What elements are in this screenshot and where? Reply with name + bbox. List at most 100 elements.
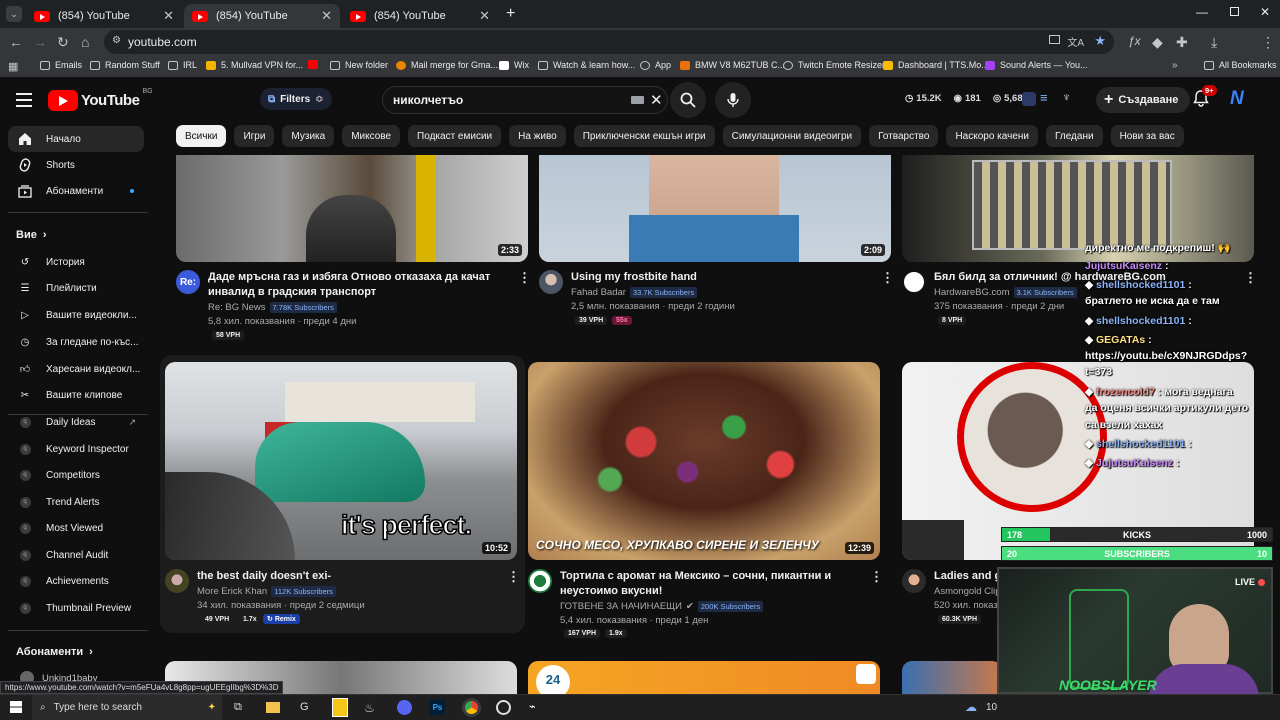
video-thumbnail-5[interactable]: СОЧНО МЕСО, ХРУПКАВО СИРЕНЕ И ЗЕЛЕНЧУ 12… xyxy=(528,362,880,560)
browser-tab-1[interactable]: (854) YouTube ✕ xyxy=(26,4,182,28)
account-avatar[interactable]: N xyxy=(1230,88,1244,110)
voice-search-button[interactable] xyxy=(715,82,751,118)
omnibox[interactable]: ⚙ youtube.com ★ 文A xyxy=(104,30,1114,54)
more-bookmarks-icon[interactable]: » xyxy=(1172,60,1178,71)
formula-extension-icon[interactable]: ƒx xyxy=(1128,34,1141,48)
more-actions-icon[interactable]: ⋮ xyxy=(518,270,531,286)
video-channel[interactable]: HardwareBG.com 3.1K Subscribers xyxy=(934,287,1077,298)
extensions-puzzle-icon[interactable]: ✚ xyxy=(1176,34,1188,51)
windows-start-icon[interactable] xyxy=(10,701,22,713)
remix-badge[interactable]: ↻ Remix xyxy=(263,614,300,624)
list-icon[interactable]: ≡ xyxy=(1040,90,1048,105)
steam-icon[interactable]: ♨ xyxy=(364,701,375,715)
restore-icon[interactable] xyxy=(1230,7,1239,16)
extension-icon[interactable]: ◆ xyxy=(1152,34,1163,51)
chip-mixes[interactable]: Миксове xyxy=(342,125,401,147)
chip-simulation[interactable]: Симулационни видеоигри xyxy=(722,125,862,147)
sidebar-item-daily-ideas[interactable]: q Daily Ideas ↗ xyxy=(8,409,144,435)
create-button[interactable]: + Създаване xyxy=(1096,87,1191,113)
pinned-app-icon[interactable]: G xyxy=(300,701,309,713)
bookmark-emails[interactable]: Emails xyxy=(40,60,82,70)
video-thumbnail-2[interactable]: 2:09 xyxy=(539,155,891,262)
forward-icon[interactable]: → xyxy=(33,34,47,50)
sidebar-item-watch-later[interactable]: ◷ За гледане по-къс... xyxy=(8,329,144,355)
sidebar-item-channel-audit[interactable]: q Channel Audit xyxy=(8,542,144,568)
site-info-icon[interactable]: ⚙ xyxy=(112,35,121,46)
video-title[interactable]: Ladies and ge xyxy=(934,569,998,584)
close-tab-icon[interactable]: ✕ xyxy=(479,8,490,24)
channel-avatar[interactable] xyxy=(902,569,926,593)
trophy-icon[interactable]: ♆ xyxy=(1062,90,1071,104)
apps-grid-icon[interactable]: ▦ xyxy=(8,60,18,73)
chip-games[interactable]: Игри xyxy=(234,125,275,147)
bookmark-bmw[interactable]: BMW V8 M62TUB C... xyxy=(680,60,785,70)
video-title[interactable]: Тортила с аромат на Мексико – сочни, пик… xyxy=(560,569,860,599)
chip-action-adventure[interactable]: Приключенски екшън игри xyxy=(573,125,715,147)
sidebar-item-achievements[interactable]: q Achievements xyxy=(8,568,144,594)
video-title[interactable]: the best daily doesn't exi- xyxy=(197,569,497,584)
home-button-icon[interactable]: ⌂ xyxy=(81,34,89,50)
download-icon[interactable]: ⤓ xyxy=(1211,34,1217,51)
bookmark-wix[interactable]: Wix xyxy=(499,60,529,70)
sidebar-item-thumbnail-preview[interactable]: q Thumbnail Preview xyxy=(8,595,144,621)
video-channel[interactable]: Re: BG News 7.78K Subscribers xyxy=(208,302,337,313)
bookmark-sound-alerts[interactable]: Sound Alerts — You... xyxy=(985,60,1088,70)
close-tab-icon[interactable]: ✕ xyxy=(163,8,174,24)
sidebar-item-history[interactable]: ↺ История xyxy=(8,249,144,275)
sidebar-item-home[interactable]: Начало xyxy=(8,126,144,152)
all-bookmarks[interactable]: All Bookmarks xyxy=(1204,60,1277,70)
search-button[interactable] xyxy=(670,82,706,118)
bookmark-app[interactable]: App xyxy=(640,60,671,70)
hamburger-menu-icon[interactable] xyxy=(16,93,32,107)
bookmark-star-icon[interactable]: ★ xyxy=(1094,33,1106,49)
taskbar-search-input[interactable]: ⌕ Type here to search ✦ xyxy=(32,695,222,720)
back-icon[interactable]: ← xyxy=(9,34,23,50)
sidebar-item-competitors[interactable]: q Competitors xyxy=(8,462,144,488)
cast-icon[interactable] xyxy=(1049,35,1060,44)
discord-icon[interactable] xyxy=(397,700,412,715)
more-actions-icon[interactable]: ⋮ xyxy=(881,270,894,286)
bookmark-youtube[interactable] xyxy=(308,60,318,69)
new-tab-icon[interactable]: + xyxy=(506,5,515,23)
sidebar-item-subscriptions[interactable]: Абонаменти xyxy=(8,178,144,204)
obs-icon[interactable] xyxy=(496,700,511,715)
minimize-icon[interactable]: — xyxy=(1196,5,1208,19)
search-input[interactable]: николчетъо ✕ xyxy=(382,86,668,114)
translate-icon[interactable]: 文A xyxy=(1067,34,1084,49)
bookmark-irl[interactable]: IRL xyxy=(168,60,197,70)
reload-icon[interactable]: ↻ xyxy=(57,34,69,51)
close-tab-icon[interactable]: ✕ xyxy=(321,8,332,24)
bookmark-dashboard[interactable]: Dashboard | TTS.Mo... xyxy=(883,60,989,70)
youtube-logo[interactable]: YouTube BG xyxy=(48,88,153,111)
sidebar-item-most-viewed[interactable]: q Most Viewed xyxy=(8,515,144,541)
channel-avatar[interactable]: Re: xyxy=(176,270,200,294)
chip-new-to-you[interactable]: Нови за вас xyxy=(1110,125,1184,147)
video-channel[interactable]: Fahad Badar 33.7K Subscribers xyxy=(571,287,698,298)
close-window-icon[interactable]: ✕ xyxy=(1260,5,1270,19)
sidebar-item-playlists[interactable]: ☰ Плейлисти xyxy=(8,275,144,301)
sidebar-item-your-clips[interactable]: ✂ Вашите клипове xyxy=(8,382,144,408)
browser-tab-2[interactable]: (854) YouTube ✕ xyxy=(184,4,340,28)
video-title[interactable]: Даде мръсна газ и избяга Отново отказаха… xyxy=(208,270,508,300)
video-thumbnail-4[interactable]: it's perfect. 10:52 xyxy=(165,362,517,560)
bookmark-new-folder[interactable]: New folder xyxy=(330,60,388,70)
more-actions-icon[interactable]: ⋮ xyxy=(1244,270,1257,286)
clear-search-icon[interactable]: ✕ xyxy=(650,91,663,109)
subscriptions-heading[interactable]: Абонаменти › xyxy=(16,646,93,658)
tab-search-button[interactable]: ⌄ xyxy=(6,6,22,22)
sidebar-item-your-videos[interactable]: ▷ Вашите видеокли... xyxy=(8,302,144,328)
chip-podcasts[interactable]: Подкаст емисии xyxy=(408,125,502,147)
channel-avatar[interactable] xyxy=(539,270,563,294)
notifications-button[interactable]: 9+ xyxy=(1192,85,1217,107)
sidebar-item-shorts[interactable]: Shorts xyxy=(8,152,144,178)
bookmark-watch-learn[interactable]: Watch & learn how... xyxy=(538,60,635,70)
keyboard-icon[interactable] xyxy=(631,96,644,104)
more-actions-icon[interactable]: ⋮ xyxy=(507,569,520,585)
chip-all[interactable]: Всички xyxy=(176,125,227,147)
video-thumbnail-1[interactable]: 2:33 xyxy=(176,155,528,262)
video-channel[interactable]: Asmongold Clip xyxy=(934,586,998,597)
bookmark-mullvad[interactable]: 5. Mullvad VPN for... xyxy=(206,60,303,70)
video-channel[interactable]: ГОТВЕНЕ ЗА НАЧИНАЕЩИ ✔ 200K Subscribers xyxy=(560,601,764,612)
task-view-icon[interactable]: ⧉ xyxy=(234,701,242,714)
chip-live[interactable]: На живо xyxy=(509,125,566,147)
